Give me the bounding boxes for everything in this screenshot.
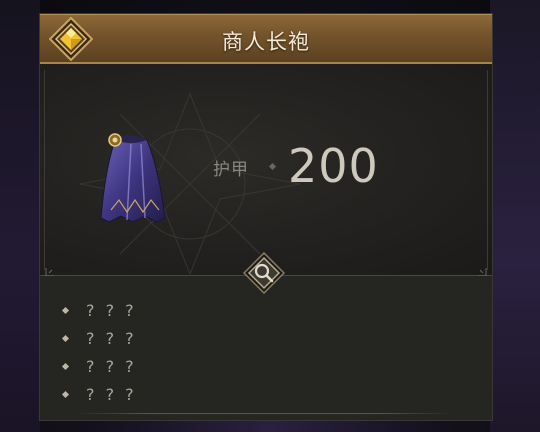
cloak-icon xyxy=(100,133,166,223)
list-item: ? ? ? xyxy=(61,300,137,328)
affix-text: ? ? ? xyxy=(86,357,137,376)
list-item: ? ? ? xyxy=(61,356,137,384)
background-right xyxy=(490,0,540,432)
bullet-icon xyxy=(61,362,70,371)
bullet-icon xyxy=(61,306,70,315)
affix-list: ? ? ? ? ? ? ? ? ? ? ? ? xyxy=(61,300,137,412)
armor-label: 护甲 xyxy=(213,160,249,180)
tooltip-header: 商人长袍 xyxy=(40,14,492,64)
armor-value: 200 xyxy=(288,139,379,193)
background-left xyxy=(0,0,40,432)
game-scene: 商人长袍 护甲 200 ? ? ? ? ? ? ? ? ? ? ? ? xyxy=(0,0,540,432)
magnifier-icon[interactable] xyxy=(243,252,285,294)
affix-text: ? ? ? xyxy=(86,301,137,320)
list-item: ? ? ? xyxy=(61,328,137,356)
affix-text: ? ? ? xyxy=(86,329,137,348)
item-name: 商人长袍 xyxy=(222,30,310,54)
diamond-gem-icon xyxy=(49,17,93,61)
list-item: ? ? ? xyxy=(61,384,137,412)
affix-text: ? ? ? xyxy=(86,385,137,404)
bottom-divider xyxy=(74,413,454,414)
bullet-icon xyxy=(61,390,70,399)
bullet-icon xyxy=(61,334,70,343)
